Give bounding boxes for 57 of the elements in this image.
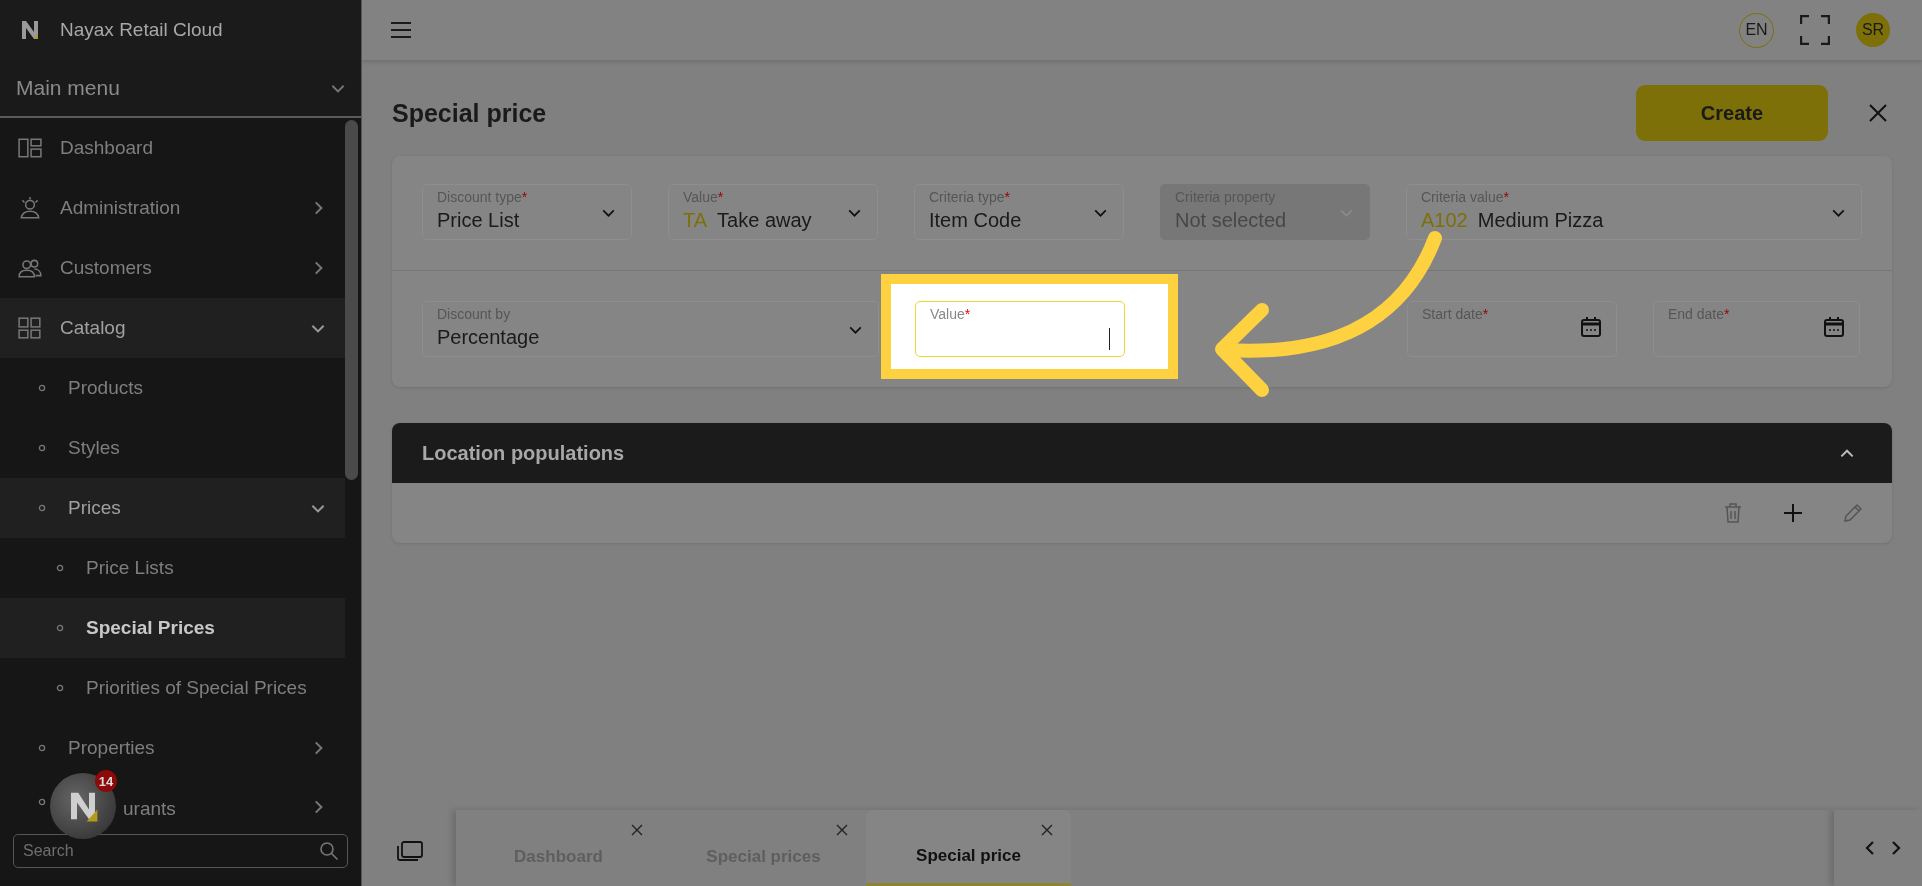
input-field[interactable]: Value* (915, 301, 1125, 357)
menu-icon[interactable] (390, 21, 412, 39)
sidebar-item[interactable]: Dashboard (0, 118, 345, 178)
sidebar-item[interactable]: Priorities of Special Prices (0, 658, 345, 718)
chevron-left-icon[interactable] (1864, 840, 1876, 856)
sidebar-item[interactable]: Price Lists (0, 538, 345, 598)
dashboard-icon (18, 136, 42, 160)
close-icon[interactable] (631, 824, 643, 836)
bullet-icon (38, 504, 46, 512)
calendar-icon[interactable] (1580, 316, 1602, 338)
chevron-right-icon[interactable] (1890, 840, 1902, 856)
bullet-icon (38, 444, 46, 452)
close-icon[interactable] (1868, 103, 1888, 123)
calendar-icon[interactable] (1823, 316, 1845, 338)
sidebar-item[interactable]: Prices (0, 478, 345, 538)
required-mark: * (1724, 306, 1730, 322)
create-button[interactable]: Create (1636, 85, 1828, 141)
required-mark: * (521, 189, 528, 205)
required-mark: * (717, 189, 724, 205)
sidebar-item[interactable]: urants (123, 798, 176, 816)
bullet-icon (56, 684, 64, 692)
required-mark: * (1503, 189, 1509, 205)
app-title: Nayax Retail Cloud (60, 19, 223, 41)
required-mark: * (1004, 189, 1010, 205)
required-mark: * (964, 306, 971, 322)
sidebar-item[interactable]: Special Prices (0, 598, 345, 658)
search-field[interactable]: Search (13, 834, 348, 868)
scrollbar-thumb[interactable] (345, 120, 358, 480)
field-label: Value (930, 306, 965, 322)
sidebar-item[interactable]: Administration (0, 178, 345, 238)
fullscreen-icon[interactable] (1800, 15, 1830, 45)
notification-badge: 14 (95, 770, 117, 792)
bullet-icon (38, 744, 46, 752)
close-icon[interactable] (1041, 824, 1053, 836)
tab[interactable]: Special price (866, 810, 1071, 886)
sidebar-item[interactable]: Catalog (0, 298, 345, 358)
bullet-icon (38, 798, 46, 806)
close-icon[interactable] (836, 824, 848, 836)
windows-icon[interactable] (396, 840, 424, 862)
bullet-icon (38, 384, 46, 392)
required-mark: * (1482, 306, 1489, 322)
main-menu-header[interactable]: Main menu (0, 60, 361, 118)
sidebar-item[interactable]: Customers (0, 238, 345, 298)
bullet-icon (56, 624, 64, 632)
select-field[interactable]: Value* TA Take away (668, 184, 878, 240)
section-header[interactable]: Location populations (392, 423, 1892, 483)
field-label: Value (683, 189, 718, 205)
page-title: Special price (392, 98, 547, 128)
search-icon (319, 841, 339, 861)
plus-icon[interactable] (1782, 502, 1804, 524)
sidebar-item[interactable]: Products (0, 358, 345, 418)
sidebar-item[interactable]: Styles (0, 418, 345, 478)
grid-icon (18, 316, 42, 340)
bullet-icon (56, 564, 64, 572)
text-cursor (1108, 328, 1110, 350)
user-avatar[interactable]: SR (1856, 13, 1890, 47)
gear-person-icon (18, 196, 42, 220)
